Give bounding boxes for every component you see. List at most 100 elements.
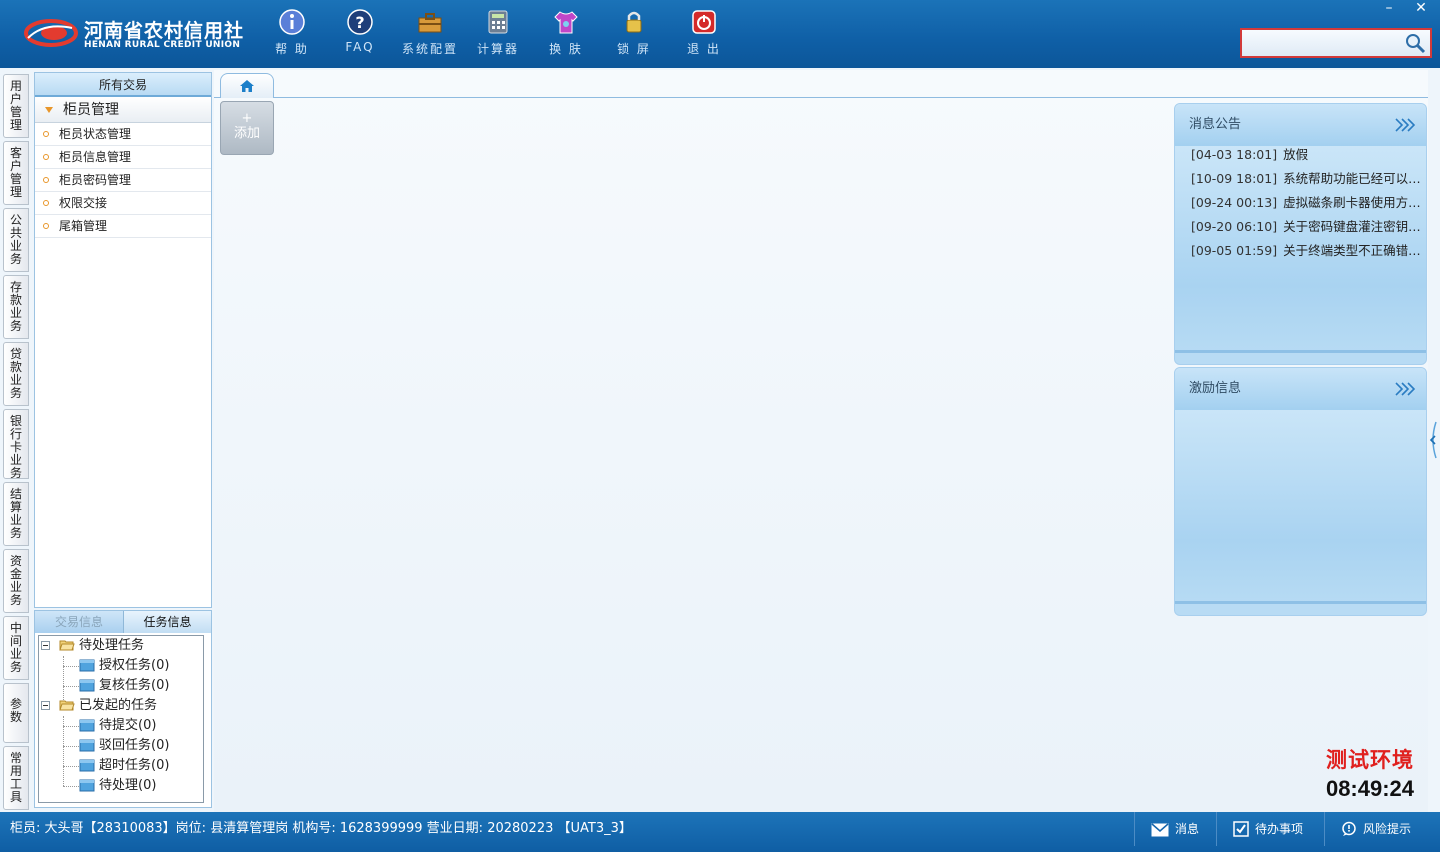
collapse-icon[interactable]	[41, 641, 50, 650]
transaction-menu: 所有交易 柜员管理 柜员状态管理 柜员信息管理 柜员密码管理 权限交接 尾箱管理	[34, 72, 212, 608]
notice-item[interactable]: [09-20 06:10]关于密码键盘灌注密钥的说明	[1191, 216, 1427, 238]
incentive-board-footer	[1175, 601, 1426, 615]
tab-settlement-business[interactable]: 结算业务	[3, 482, 29, 546]
logo-emblem-icon	[24, 19, 78, 47]
calculator-icon	[488, 10, 508, 34]
collapse-panel-icon[interactable]	[1428, 418, 1438, 462]
incentive-board-title: 激励信息	[1189, 381, 1242, 396]
menu-item-teller-info[interactable]: 柜员信息管理	[35, 146, 211, 169]
add-shortcut-button[interactable]: + 添加	[220, 101, 274, 155]
folder-icon	[79, 719, 95, 732]
double-chevron-right-icon[interactable]	[1394, 381, 1416, 397]
clock: 08:49:24	[1325, 776, 1415, 801]
system-config-label: 系统配置	[401, 42, 458, 56]
tree-node-review-tasks[interactable]: 复核任务(0)	[79, 676, 169, 696]
faq-label: FAQ	[345, 40, 375, 54]
folder-open-icon	[59, 640, 75, 651]
search-input[interactable]	[1244, 32, 1402, 54]
tab-public-business[interactable]: 公共业务	[3, 208, 29, 272]
todo-button[interactable]: 待办事项	[1216, 812, 1322, 846]
notice-item[interactable]: [09-05 01:59]关于终端类型不正确错误的处理	[1191, 240, 1427, 262]
change-skin-label: 换 肤	[549, 42, 583, 56]
folder-icon	[79, 779, 95, 792]
tab-fund-business[interactable]: 资金业务	[3, 549, 29, 613]
collapse-icon[interactable]	[41, 701, 50, 710]
folder-open-icon	[59, 700, 75, 711]
tree-node-rejected-tasks[interactable]: 驳回任务(0)	[79, 736, 169, 756]
minimize-button[interactable]: –	[1374, 0, 1404, 18]
double-chevron-right-icon[interactable]	[1394, 117, 1416, 133]
environment-label: 测试环境	[1326, 747, 1414, 772]
tree-node-authorization-tasks[interactable]: 授权任务(0)	[79, 656, 169, 676]
folder-icon	[79, 739, 95, 752]
notice-item[interactable]: [04-03 18:01] 放假	[1191, 144, 1427, 166]
menu-item-tail-box[interactable]: 尾箱管理	[35, 215, 211, 238]
bullet-icon	[43, 200, 49, 206]
module-tabs: 用户管理 客户管理 公共业务 存款业务 贷款业务 银行卡业务 结算业务 资金业务…	[0, 70, 32, 812]
exit-button[interactable]: 退 出	[674, 8, 734, 60]
environment-indicator: 测试环境 08:49:24	[1310, 744, 1430, 802]
tab-parameters[interactable]: 参数	[3, 683, 29, 743]
tree-node-timeout-tasks[interactable]: 超时任务(0)	[79, 756, 169, 776]
tree-line	[63, 766, 79, 767]
logo-chinese-name: 河南省农村信用社	[84, 20, 245, 42]
tree-node-initiated-tasks[interactable]: 已发起的任务	[41, 696, 157, 716]
risk-alert-button[interactable]: 风险提示	[1324, 812, 1440, 846]
tab-user-management[interactable]: 用户管理	[3, 74, 29, 138]
tab-common-tools[interactable]: 常用工具	[3, 746, 29, 810]
app-logo: 河南省农村信用社 HENAN RURAL CREDIT UNION	[24, 14, 243, 54]
help-button[interactable]: 帮 助	[262, 8, 322, 60]
shirt-icon	[554, 11, 578, 34]
tree-line	[63, 686, 79, 687]
close-button[interactable]: ✕	[1406, 0, 1436, 18]
tree-line	[63, 786, 79, 787]
teller-status-text: 柜员: 大头哥【28310083】岗位: 县清算管理岗 机构号: 1628399…	[10, 821, 632, 836]
tab-transaction-info[interactable]: 交易信息	[35, 611, 123, 633]
tree-node-to-submit[interactable]: 待提交(0)	[79, 716, 156, 736]
menu-item-teller-password[interactable]: 柜员密码管理	[35, 169, 211, 192]
lock-screen-label: 锁 屏	[617, 42, 651, 56]
tab-bar-divider	[214, 97, 1428, 98]
menu-item-teller-status[interactable]: 柜员状态管理	[35, 123, 211, 146]
notice-board: 消息公告 [04-03 18:01] 放假 [10-09 18:01] 系统帮助功能…	[1174, 103, 1427, 365]
menu-group-label: 柜员管理	[63, 102, 119, 118]
lock-screen-button[interactable]: 锁 屏	[604, 8, 664, 60]
bullet-icon	[43, 177, 49, 183]
menu-item-permission-handover[interactable]: 权限交接	[35, 192, 211, 215]
envelope-icon	[1151, 823, 1169, 837]
home-icon	[240, 80, 254, 92]
change-skin-button[interactable]: 换 肤	[536, 8, 596, 60]
folder-icon	[79, 679, 95, 692]
info-icon	[279, 9, 305, 35]
tree-line	[63, 666, 79, 667]
tab-loan-business[interactable]: 贷款业务	[3, 342, 29, 406]
task-tree: 待处理任务 授权任务(0) 复核任务(0) 已发起的任务 待提交(0) 驳回任务…	[38, 635, 204, 803]
messages-button[interactable]: 消息	[1134, 812, 1214, 846]
tab-intermediary-business[interactable]: 中间业务	[3, 616, 29, 680]
help-icon: ?	[347, 9, 373, 35]
search-icon[interactable]	[1404, 32, 1426, 54]
calculator-button[interactable]: 计算器	[468, 8, 528, 60]
exit-label: 退 出	[687, 42, 721, 56]
notice-item[interactable]: [10-09 18:01] 系统帮助功能已经可以使用	[1191, 168, 1427, 190]
tab-home[interactable]	[220, 73, 274, 98]
tab-customer-management[interactable]: 客户管理	[3, 141, 29, 205]
tab-bankcard-business[interactable]: 银行卡业务	[3, 409, 29, 480]
tab-deposit-business[interactable]: 存款业务	[3, 275, 29, 339]
notice-item[interactable]: [09-24 00:13]虚拟磁条刷卡器使用方法说明	[1191, 192, 1427, 214]
menu-group-teller-management[interactable]: 柜员管理	[35, 97, 211, 123]
toolbox-icon	[418, 13, 442, 33]
bullet-icon	[43, 131, 49, 137]
tree-line	[63, 726, 79, 727]
task-panel: 交易信息 任务信息 待处理任务 授权任务(0) 复核任务(0) 已发起的任务 待…	[34, 610, 212, 808]
caret-down-icon	[45, 107, 53, 113]
tab-task-info[interactable]: 任务信息	[123, 611, 211, 633]
tree-line	[63, 746, 79, 747]
app-header: 河南省农村信用社 HENAN RURAL CREDIT UNION 帮 助 ? …	[0, 0, 1440, 68]
status-bar: 柜员: 大头哥【28310083】岗位: 县清算管理岗 机构号: 1628399…	[0, 812, 1440, 852]
tree-node-to-process[interactable]: 待处理(0)	[79, 776, 156, 796]
lock-icon	[626, 11, 642, 33]
tree-node-pending-tasks[interactable]: 待处理任务	[41, 636, 144, 656]
faq-button[interactable]: ? FAQ	[330, 8, 390, 60]
system-config-button[interactable]: 系统配置	[400, 8, 460, 60]
